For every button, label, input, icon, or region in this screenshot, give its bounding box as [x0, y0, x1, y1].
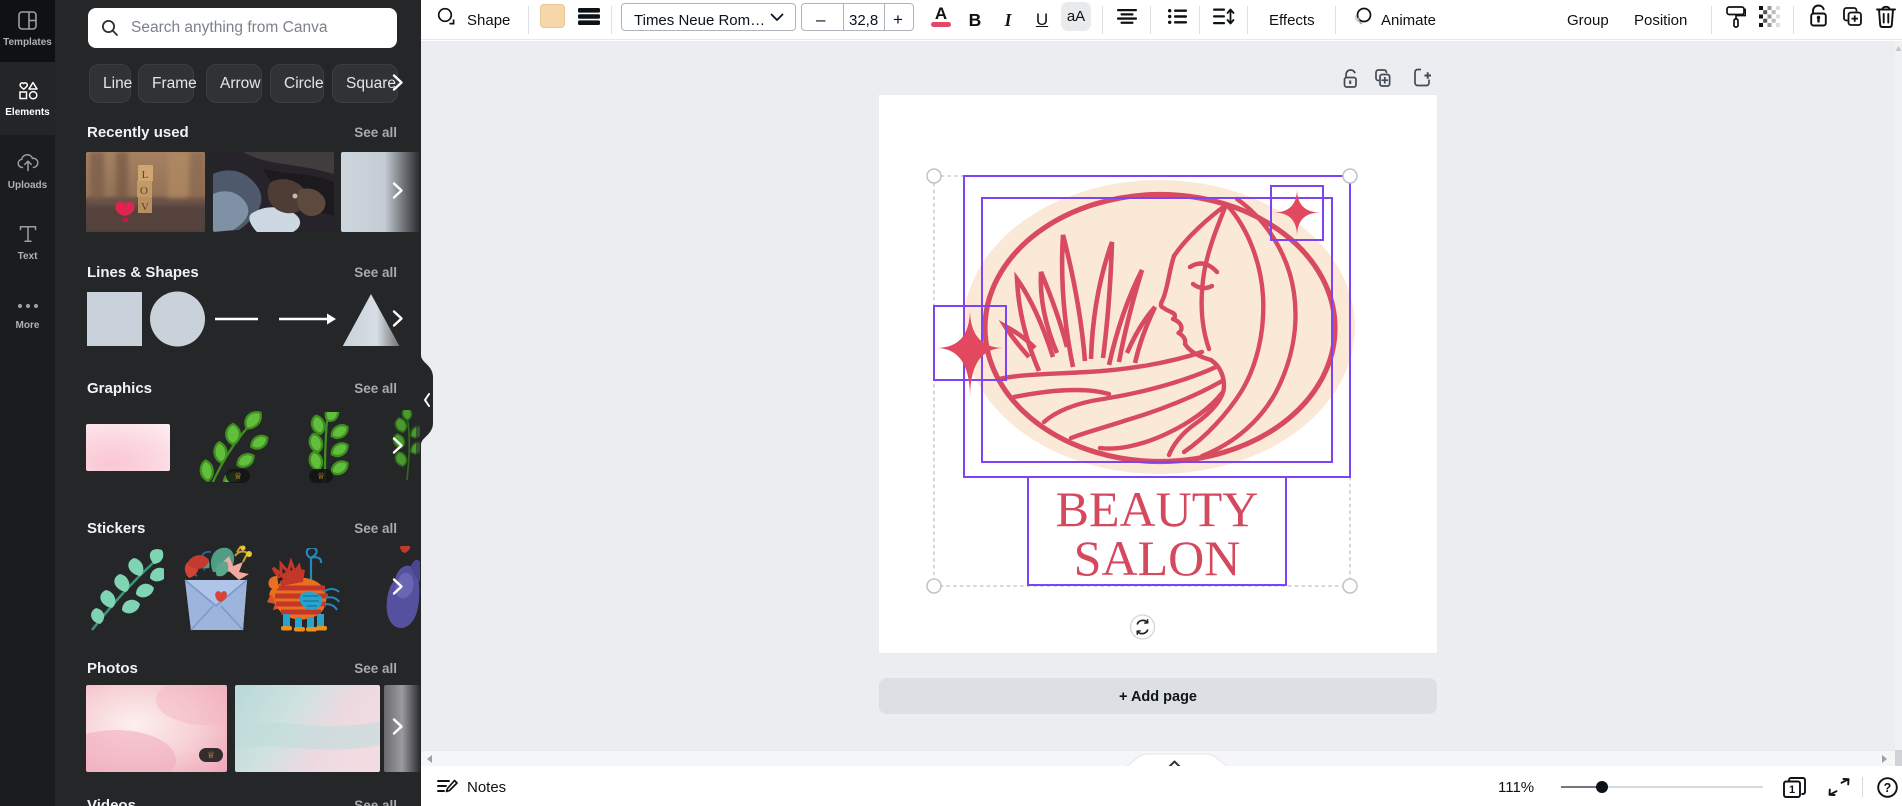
- svg-text:V: V: [141, 201, 149, 213]
- svg-text:1: 1: [1789, 784, 1795, 796]
- svg-text:?: ?: [1884, 781, 1892, 795]
- svg-text:+ Add page: + Add page: [1119, 689, 1197, 705]
- svg-text:O: O: [140, 185, 148, 197]
- svg-text:SALON: SALON: [1074, 530, 1241, 586]
- svg-text:BEAUTY: BEAUTY: [1056, 481, 1259, 537]
- svg-text:L: L: [142, 169, 149, 181]
